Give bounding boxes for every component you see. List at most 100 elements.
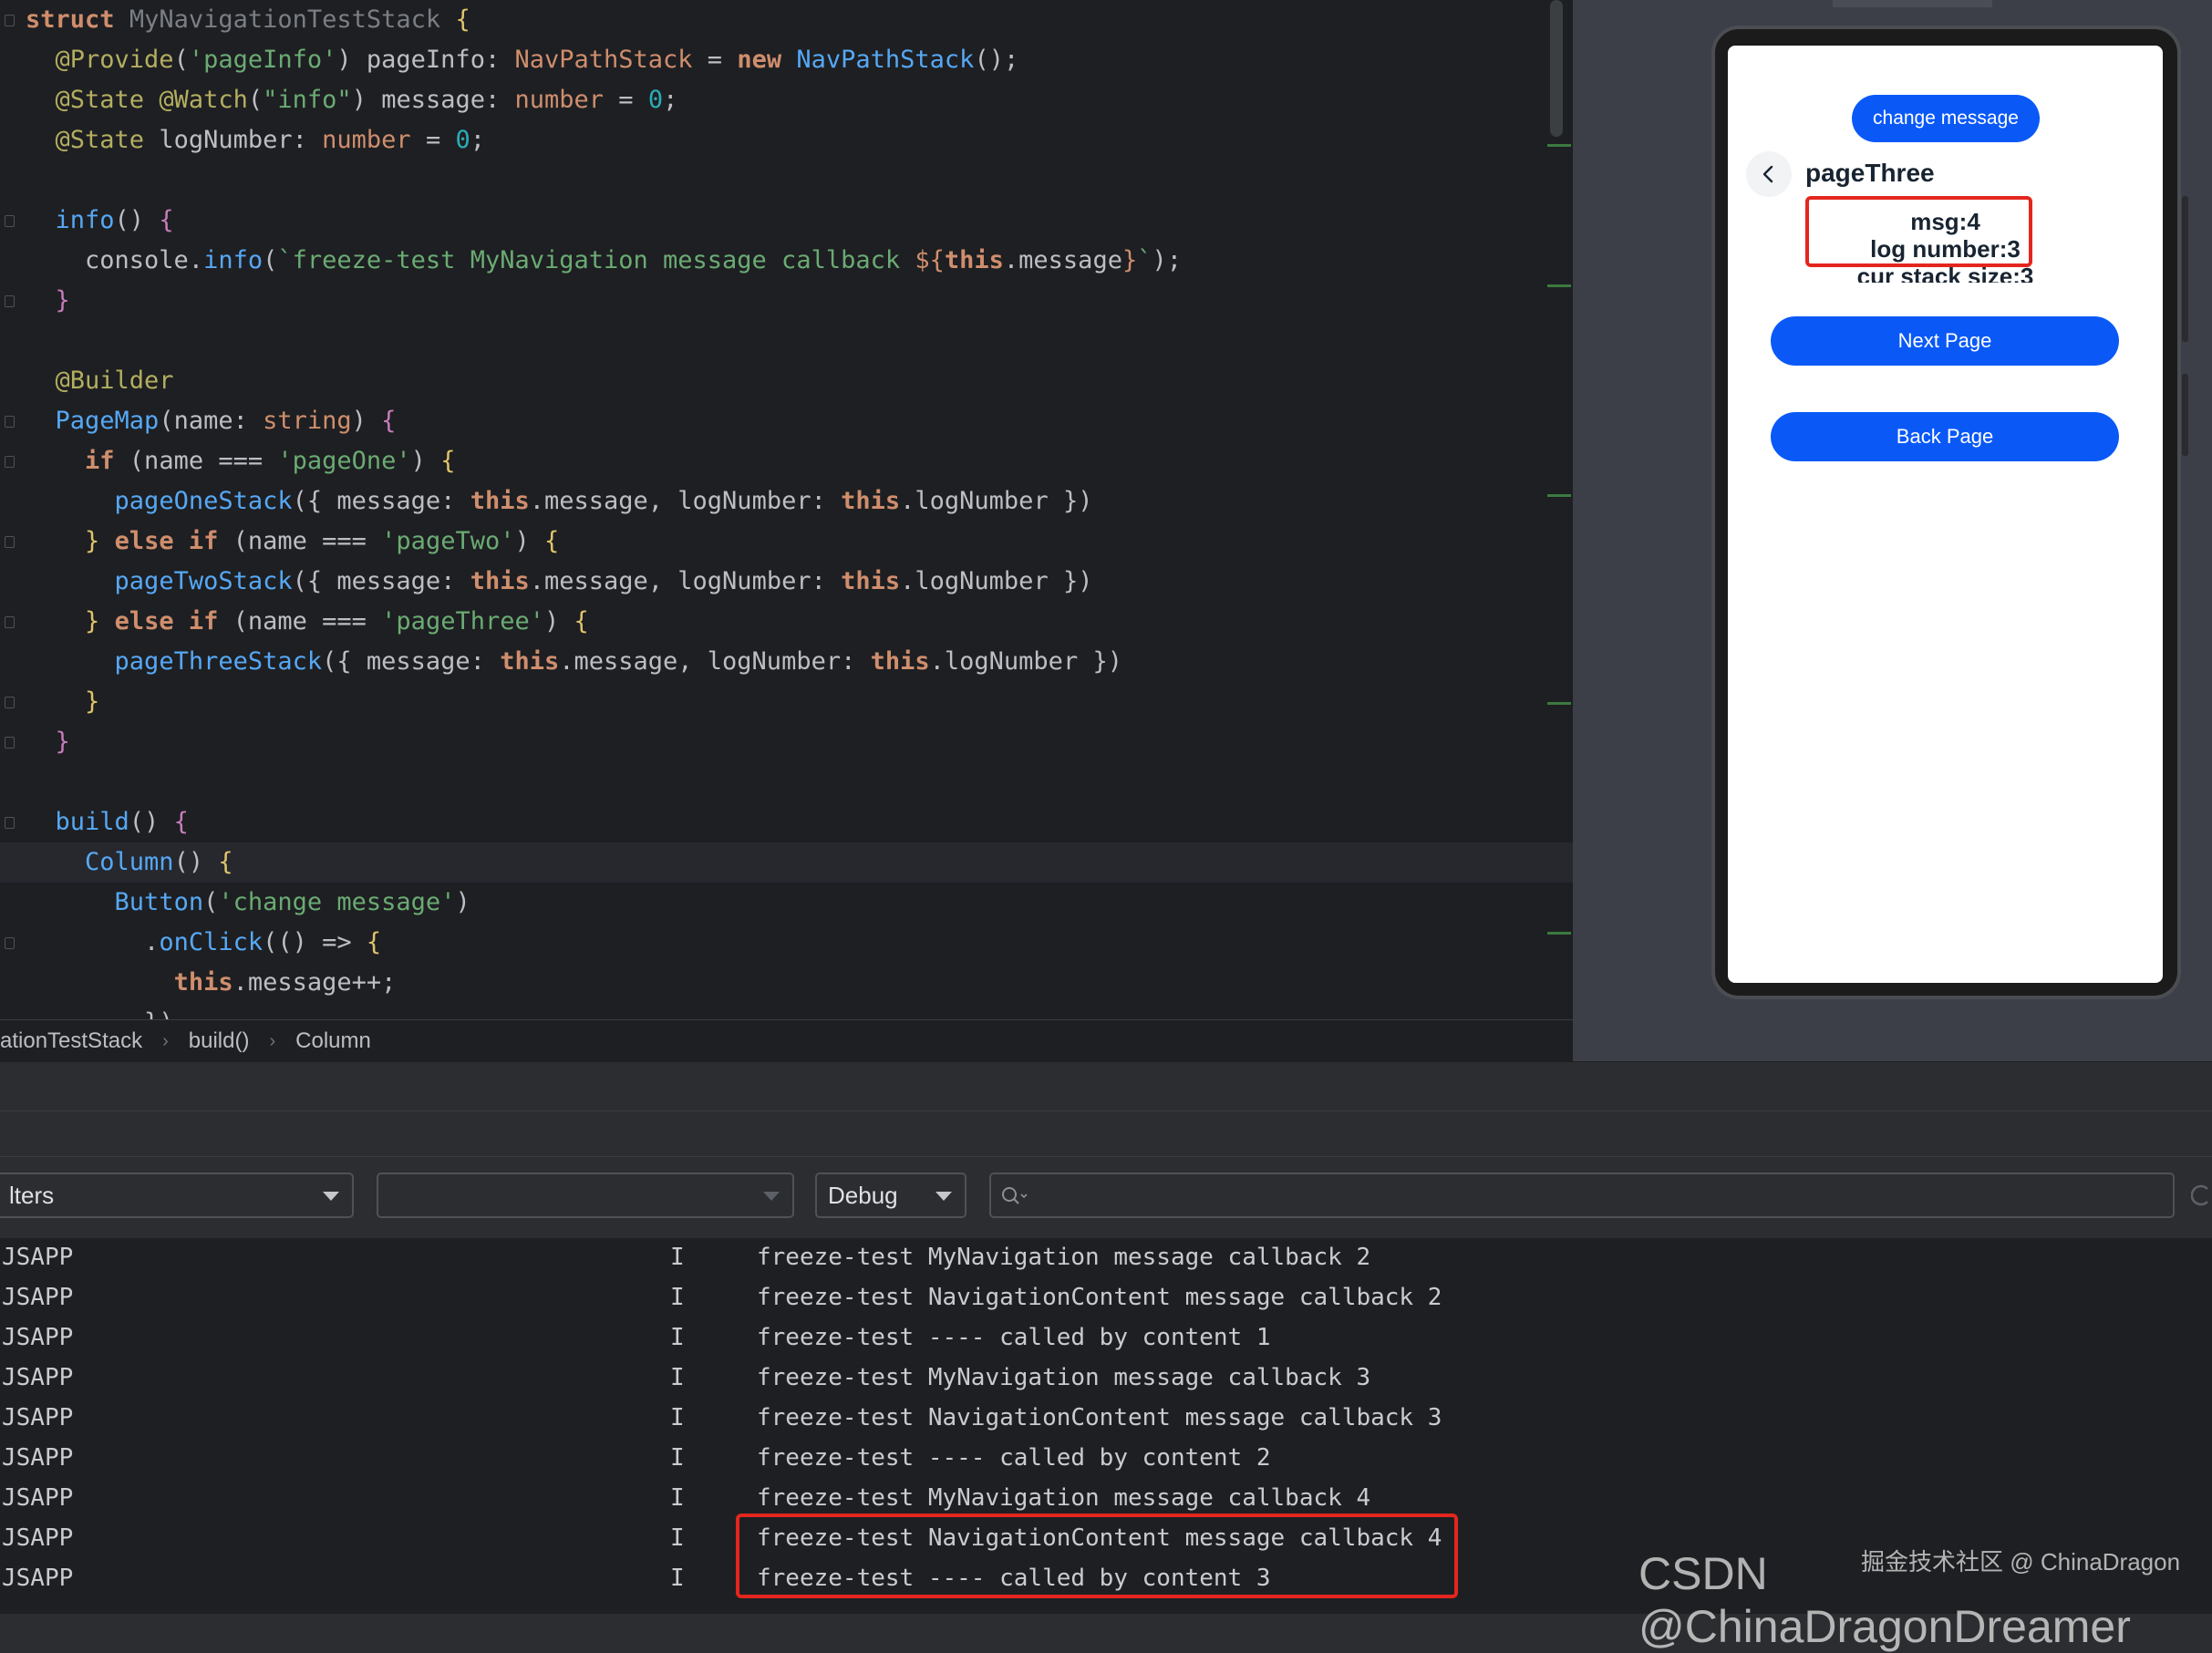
- log-message: freeze-test ---- called by content 2: [757, 1444, 1271, 1472]
- log-row[interactable]: JSAPP Ifreeze-test ---- called by content…: [0, 1318, 2212, 1359]
- log-tag: JSAPP: [2, 1404, 74, 1431]
- breadcrumb-item[interactable]: Column: [295, 1028, 371, 1054]
- fold-marker[interactable]: [5, 616, 15, 628]
- fold-marker[interactable]: [5, 215, 15, 227]
- fold-marker[interactable]: [5, 416, 15, 428]
- log-row[interactable]: JSAPP Ifreeze-test MyNavigation message c…: [0, 1359, 2212, 1399]
- code-line[interactable]: }: [26, 722, 1573, 762]
- fold-marker[interactable]: [5, 15, 15, 26]
- log-tag: JSAPP: [2, 1364, 74, 1391]
- device-previewer: change message pageThree msg:4 log numbe…: [1573, 0, 2212, 1061]
- log-message: freeze-test MyNavigation message callbac…: [757, 1484, 1371, 1512]
- next-page-button[interactable]: Next Page: [1771, 316, 2119, 366]
- nav-back-button[interactable]: [1746, 151, 1792, 197]
- fold-marker[interactable]: [5, 456, 15, 468]
- code-line[interactable]: if (name === 'pageOne') {: [26, 441, 1573, 481]
- log-tag: JSAPP: [2, 1324, 74, 1351]
- log-tag: JSAPP: [2, 1284, 74, 1311]
- fold-marker[interactable]: [5, 817, 15, 829]
- code-line[interactable]: info() {: [26, 201, 1573, 241]
- editor-scrollbar[interactable]: [1550, 0, 1563, 137]
- chevron-left-icon: [1762, 165, 1773, 183]
- code-line[interactable]: [26, 160, 1573, 201]
- page-title: pageThree: [1805, 159, 1935, 187]
- back-page-button[interactable]: Back Page: [1771, 412, 2119, 461]
- phone-screen: change message pageThree msg:4 log numbe…: [1728, 46, 2163, 983]
- change-marker: [1547, 284, 1571, 287]
- log-message: freeze-test NavigationContent message ca…: [757, 1284, 1442, 1311]
- code-line[interactable]: [26, 762, 1573, 802]
- panel-toolbar: [0, 1111, 2212, 1157]
- log-row[interactable]: JSAPP Ifreeze-test NavigationContent mess…: [0, 1399, 2212, 1439]
- log-message: freeze-test MyNavigation message callbac…: [757, 1244, 1371, 1271]
- code-editor[interactable]: struct MyNavigationTestStack { @Provide(…: [0, 0, 1573, 1019]
- code-line[interactable]: Column() {: [0, 842, 1573, 883]
- code-line[interactable]: } else if (name === 'pageThree') {: [26, 602, 1573, 642]
- code-line[interactable]: PageMap(name: string) {: [26, 401, 1573, 441]
- log-level-dropdown[interactable]: Debug: [815, 1173, 966, 1218]
- breadcrumb-item[interactable]: build(): [189, 1028, 250, 1054]
- breadcrumb: ationTestStack › build() › Column: [0, 1019, 1573, 1062]
- phone-side-button: [2182, 374, 2188, 456]
- fold-marker[interactable]: [5, 697, 15, 708]
- code-line[interactable]: console.info(`freeze-test MyNavigation m…: [26, 241, 1573, 281]
- log-level: I: [670, 1324, 685, 1351]
- code-line[interactable]: Button('change message'): [26, 883, 1573, 923]
- breadcrumb-item[interactable]: ationTestStack: [0, 1028, 142, 1054]
- fold-marker[interactable]: [5, 737, 15, 749]
- log-level: I: [670, 1484, 685, 1512]
- code-line[interactable]: @Provide('pageInfo') pageInfo: NavPathSt…: [26, 40, 1573, 80]
- code-lines[interactable]: struct MyNavigationTestStack { @Provide(…: [0, 0, 1573, 1019]
- log-level: I: [670, 1444, 685, 1472]
- log-level: I: [670, 1244, 685, 1271]
- code-line[interactable]: }: [26, 682, 1573, 722]
- log-row[interactable]: JSAPP Ifreeze-test ---- called by content…: [0, 1439, 2212, 1479]
- log-level: I: [670, 1404, 685, 1431]
- log-row[interactable]: JSAPP Ifreeze-test MyNavigation message c…: [0, 1238, 2212, 1278]
- chevron-down-icon: [323, 1192, 339, 1201]
- code-line[interactable]: @State @Watch("info") message: number = …: [26, 80, 1573, 120]
- code-line[interactable]: .onClick(() => {: [26, 923, 1573, 963]
- fold-marker[interactable]: [5, 295, 15, 307]
- code-line[interactable]: @State logNumber: number = 0;: [26, 120, 1573, 160]
- log-level: I: [670, 1284, 685, 1311]
- change-marker: [1547, 932, 1571, 935]
- log-level: I: [670, 1364, 685, 1391]
- fold-marker[interactable]: [5, 937, 15, 949]
- code-line[interactable]: } else if (name === 'pageTwo') {: [26, 522, 1573, 562]
- phone-side-button: [2182, 196, 2188, 342]
- change-message-button[interactable]: change message: [1852, 95, 2040, 142]
- code-line[interactable]: pageThreeStack({ message: this.message, …: [26, 642, 1573, 682]
- code-line[interactable]: }): [26, 1003, 1573, 1019]
- code-line[interactable]: pageTwoStack({ message: this.message, lo…: [26, 562, 1573, 602]
- panel-tab-bar: [0, 1061, 2212, 1111]
- log-row[interactable]: JSAPP Ifreeze-test NavigationContent mess…: [0, 1278, 2212, 1318]
- code-line[interactable]: build() {: [26, 802, 1573, 842]
- log-search-input[interactable]: [989, 1173, 2175, 1218]
- previewer-toolbar: [1833, 0, 1992, 7]
- breadcrumb-separator-icon: ›: [269, 1030, 276, 1051]
- process-dropdown[interactable]: [377, 1173, 794, 1218]
- log-level: I: [670, 1565, 685, 1592]
- chevron-down-icon: [935, 1192, 952, 1201]
- highlight-box: [1805, 196, 2032, 267]
- code-line[interactable]: pageOneStack({ message: this.message, lo…: [26, 481, 1573, 522]
- log-tag: JSAPP: [2, 1484, 74, 1512]
- code-line[interactable]: @Builder: [26, 361, 1573, 401]
- log-tag: JSAPP: [2, 1444, 74, 1472]
- code-line[interactable]: [26, 321, 1573, 361]
- change-marker: [1547, 702, 1571, 705]
- chevron-down-icon: [763, 1192, 780, 1201]
- change-marker: [1547, 494, 1571, 497]
- code-line[interactable]: }: [26, 281, 1573, 321]
- clear-icon[interactable]: [2191, 1183, 2212, 1207]
- code-line[interactable]: this.message++;: [26, 963, 1573, 1003]
- filters-dropdown[interactable]: lters: [0, 1173, 354, 1218]
- fold-marker[interactable]: [5, 536, 15, 548]
- breadcrumb-separator-icon: ›: [162, 1030, 169, 1051]
- log-tag: JSAPP: [2, 1524, 74, 1552]
- log-level-value: Debug: [828, 1181, 898, 1209]
- code-line[interactable]: struct MyNavigationTestStack {: [26, 0, 1573, 40]
- log-message: freeze-test ---- called by content 1: [757, 1324, 1271, 1351]
- search-icon: [1002, 1187, 1028, 1204]
